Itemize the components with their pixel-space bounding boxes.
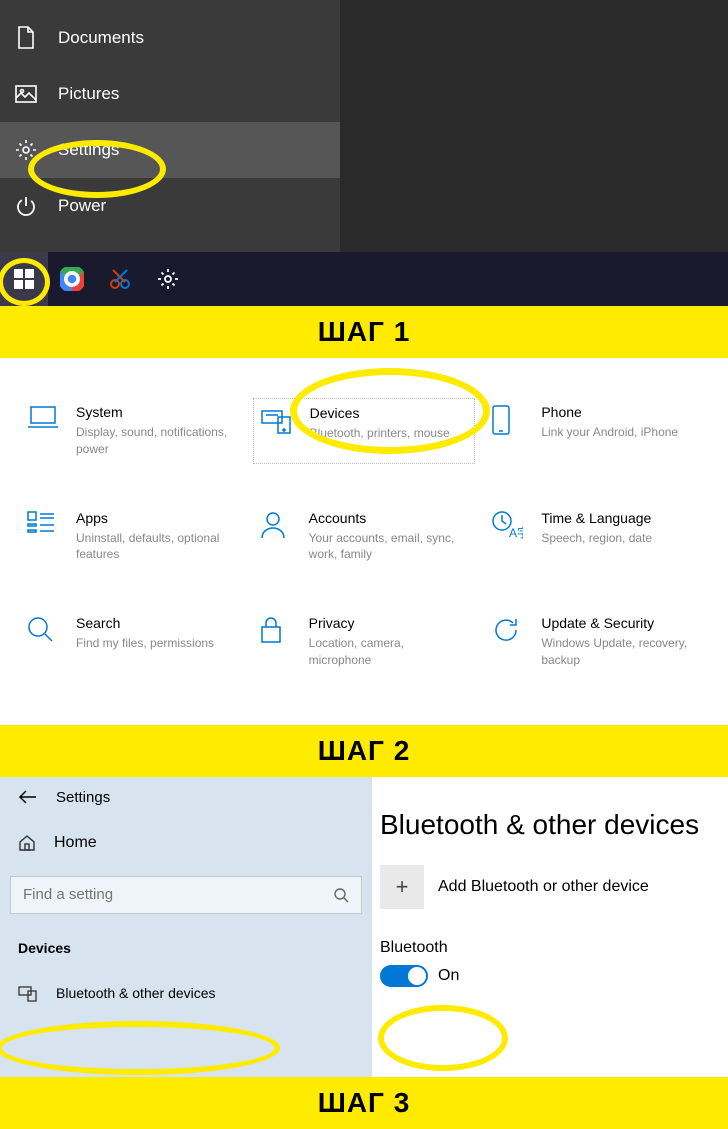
category-update-security[interactable]: Update & Security Windows Update, recover… (485, 609, 708, 675)
start-item-label: Settings (58, 140, 119, 160)
start-button[interactable] (0, 252, 48, 306)
plus-icon: + (380, 865, 424, 909)
taskbar (0, 252, 728, 306)
category-sub: Your accounts, email, sync, work, family (309, 530, 470, 564)
devices-icon (260, 405, 294, 439)
start-item-label: Power (58, 196, 106, 216)
start-item-label: Pictures (58, 84, 119, 104)
gear-icon (14, 138, 38, 162)
snip-icon[interactable] (96, 252, 144, 306)
add-device-button[interactable]: + Add Bluetooth or other device (380, 865, 728, 909)
bluetooth-settings: Settings Home Devices Bluetooth & other … (0, 777, 728, 1077)
category-sub: Find my files, permissions (76, 635, 214, 652)
toggle-state: On (438, 967, 459, 985)
toggle-track (380, 965, 428, 987)
settings-home: System Display, sound, notifications, pow… (0, 358, 728, 725)
category-privacy[interactable]: Privacy Location, camera, microphone (253, 609, 476, 675)
time-lang-icon: A字 (491, 510, 525, 544)
start-item-documents[interactable]: Documents (0, 10, 340, 66)
category-sub: Display, sound, notifications, power (76, 424, 237, 458)
start-item-pictures[interactable]: Pictures (0, 66, 340, 122)
page-title: Bluetooth & other devices (380, 809, 728, 841)
category-time-language[interactable]: A字 Time & Language Speech, region, date (485, 504, 708, 570)
home-link[interactable]: Home (0, 824, 372, 862)
bluetooth-toggle[interactable]: On (380, 965, 728, 987)
category-phone[interactable]: Phone Link your Android, iPhone (485, 398, 708, 464)
document-icon (14, 26, 38, 50)
settings-sidebar: Settings Home Devices Bluetooth & other … (0, 777, 372, 1077)
category-system[interactable]: System Display, sound, notifications, pow… (20, 398, 243, 464)
category-sub: Link your Android, iPhone (541, 424, 678, 441)
devices-icon (18, 984, 38, 1002)
svg-text:A字: A字 (509, 525, 523, 540)
start-item-settings[interactable]: Settings (0, 122, 340, 178)
search-input[interactable] (23, 886, 333, 903)
category-accounts[interactable]: Accounts Your accounts, email, sync, work… (253, 504, 476, 570)
bluetooth-label: Bluetooth (380, 939, 728, 957)
bluetooth-panel: Bluetooth & other devices + Add Bluetoot… (372, 777, 728, 1077)
category-title: Phone (541, 404, 678, 420)
category-title: Search (76, 615, 214, 631)
settings-taskbar-icon[interactable] (144, 252, 192, 306)
category-devices[interactable]: Devices Bluetooth, printers, mouse (253, 398, 476, 464)
start-item-power[interactable]: Power (0, 178, 340, 234)
settings-search[interactable] (10, 876, 362, 914)
power-icon (14, 194, 38, 218)
lock-icon (259, 615, 293, 649)
back-title: Settings (56, 789, 110, 806)
step-banner: ШАГ 1 (0, 306, 728, 358)
apps-icon (26, 510, 60, 544)
category-title: Accounts (309, 510, 470, 526)
laptop-icon (26, 404, 60, 438)
category-sub: Uninstall, defaults, optional features (76, 530, 237, 564)
person-icon (259, 510, 293, 544)
sidebar-item-bluetooth[interactable]: Bluetooth & other devices (0, 972, 372, 1014)
category-sub: Speech, region, date (541, 530, 652, 547)
step-banner: ШАГ 3 (0, 1077, 728, 1129)
category-apps[interactable]: Apps Uninstall, defaults, optional featur… (20, 504, 243, 570)
start-item-label: Documents (58, 28, 144, 48)
category-title: Update & Security (541, 615, 702, 631)
chrome-icon[interactable] (48, 252, 96, 306)
category-title: Privacy (309, 615, 470, 631)
category-title: Devices (310, 405, 450, 421)
phone-icon (491, 404, 525, 438)
home-icon (18, 834, 36, 852)
category-sub: Windows Update, recovery, backup (541, 635, 702, 669)
section-heading: Devices (0, 934, 372, 972)
category-sub: Location, camera, microphone (309, 635, 470, 669)
toggle-knob (408, 967, 426, 985)
search-icon (26, 615, 60, 649)
step-banner: ШАГ 2 (0, 725, 728, 777)
search-icon (333, 887, 349, 903)
desktop-area (340, 0, 728, 252)
sidebar-item-label: Bluetooth & other devices (56, 985, 216, 1001)
add-device-label: Add Bluetooth or other device (438, 878, 649, 896)
back-button[interactable] (18, 789, 38, 805)
category-search[interactable]: Search Find my files, permissions (20, 609, 243, 675)
update-icon (491, 615, 525, 649)
category-title: Apps (76, 510, 237, 526)
home-label: Home (54, 834, 97, 852)
start-menu-list: Documents Pictures Settings Power (0, 0, 340, 234)
picture-icon (14, 82, 38, 106)
category-title: Time & Language (541, 510, 652, 526)
start-menu-panel: Documents Pictures Settings Power (0, 0, 728, 306)
category-sub: Bluetooth, printers, mouse (310, 425, 450, 442)
category-title: System (76, 404, 237, 420)
